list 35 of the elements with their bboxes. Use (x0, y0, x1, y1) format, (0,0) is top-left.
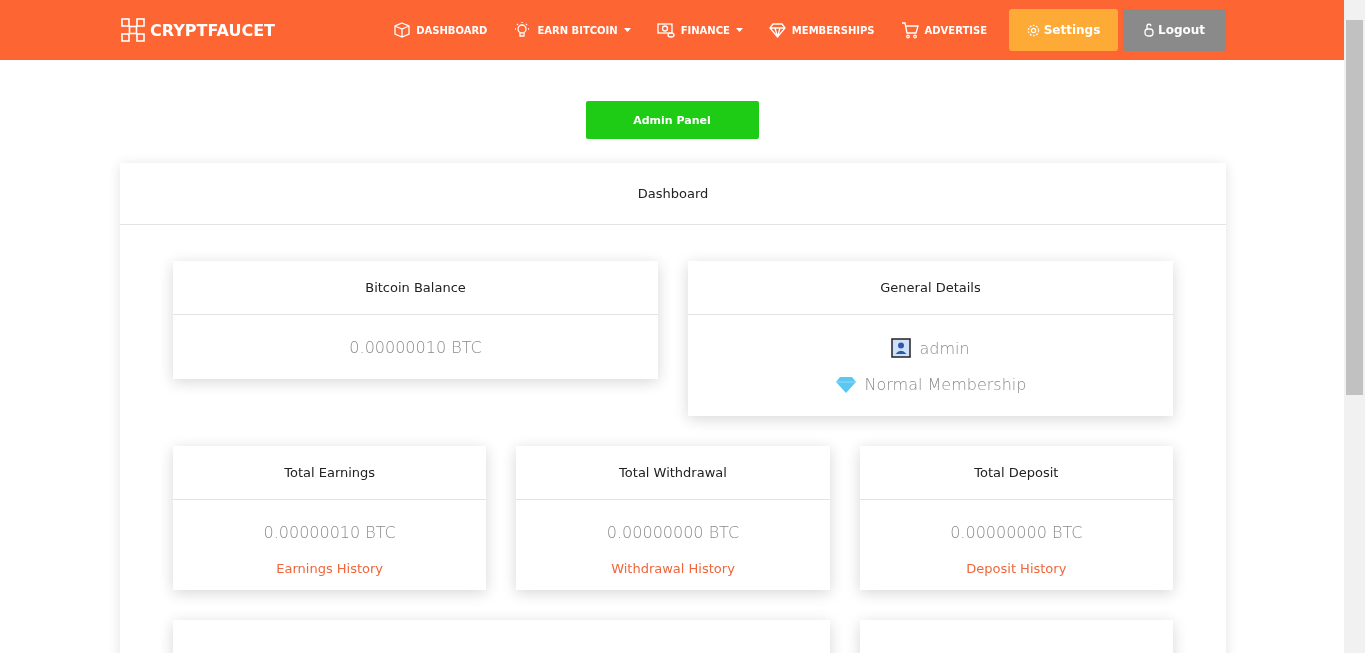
stat-amount: 0.00000000 BTC (950, 523, 1083, 542)
username: admin (919, 338, 970, 358)
lock-icon (1144, 23, 1154, 37)
card-title: Bitcoin Balance (173, 261, 658, 315)
cubes-logo-icon (120, 17, 146, 43)
scrollbar[interactable] (1344, 0, 1365, 653)
nav-link[interactable]: MEMBERSHIPS (768, 21, 875, 39)
card-title: Total Earnings (173, 446, 487, 500)
card-title: General Details (688, 261, 1173, 315)
membership-level: Normal Membership (864, 375, 1027, 394)
history-link[interactable]: Withdrawal History (611, 561, 735, 576)
card-title: Total Deposit (859, 446, 1173, 500)
brand-name[interactable]: CRYPTFAUCET (150, 20, 275, 40)
cube-icon (394, 22, 411, 38)
stat-amount: 0.00000000 BTC (606, 523, 740, 542)
history-link[interactable]: Deposit History (966, 561, 1067, 576)
gear-icon (1026, 23, 1040, 37)
balance-amount: 0.00000010 BTC (349, 338, 482, 357)
settings-button[interactable]: Settings (1009, 9, 1118, 51)
card-title: Dashboard (120, 163, 1226, 225)
nav-link[interactable]: EARN BITCOIN (513, 21, 631, 39)
nav-link[interactable]: FINANCE (656, 21, 743, 39)
logout-button[interactable]: Logout (1123, 9, 1226, 51)
history-link[interactable]: Earnings History (276, 561, 384, 576)
admin-panel-button[interactable]: Admin Panel (585, 101, 759, 139)
stat-amount: 0.00000010 BTC (263, 523, 396, 542)
nav-link[interactable]: ADVERTISE (900, 21, 987, 39)
light-bulb-icon (513, 21, 532, 39)
diamond-icon (834, 375, 857, 394)
cart-icon (900, 21, 919, 39)
nav-link[interactable]: DASHBOARD (394, 21, 488, 39)
diamond-icon (768, 22, 786, 38)
card-title: Total Withdrawal (516, 446, 830, 500)
banknote-icon (656, 22, 675, 38)
user-icon (891, 338, 912, 358)
